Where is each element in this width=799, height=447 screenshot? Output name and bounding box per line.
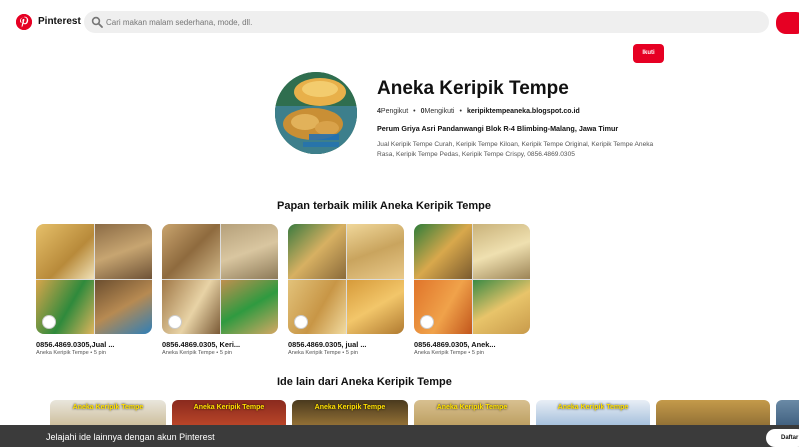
board-cover-image[interactable] <box>288 224 404 334</box>
profile-bio: Jual Keripik Tempe Curah, Keripik Tempe … <box>377 141 654 158</box>
board-card[interactable]: 0856.4869.0305, Keri... Aneka Keripik Te… <box>162 224 278 356</box>
board-owner-avatar <box>420 315 434 329</box>
idea-pin-label: Aneka Keripik Tempe <box>436 404 508 411</box>
board-cover-image[interactable] <box>414 224 530 334</box>
window-edge <box>0 0 8 447</box>
signup-banner: Jelajahi ide lainnya dengan akun Pintere… <box>0 425 799 447</box>
board-owner-avatar <box>294 315 308 329</box>
following-label[interactable]: Mengikuti <box>425 108 455 115</box>
idea-pin-label: Aneka Keripik Tempe <box>72 404 144 411</box>
avatar <box>275 72 357 154</box>
brand-name[interactable]: Pinterest <box>38 16 81 27</box>
separator-dot: • <box>459 108 462 115</box>
website-link[interactable]: keripiktempeaneka.blogspot.co.id <box>467 108 580 115</box>
idea-pin-label: Aneka Keripik Tempe <box>193 404 265 411</box>
idea-pin-label: Aneka Keripik Tempe <box>557 404 629 411</box>
profile-name: Aneka Keripik Tempe <box>377 78 569 99</box>
board-meta: Aneka Keripik Tempe • 5 pin <box>288 350 358 356</box>
board-owner-avatar <box>168 315 182 329</box>
signup-banner-text: Jelajahi ide lainnya dengan akun Pintere… <box>46 432 215 442</box>
board-owner-avatar <box>42 315 56 329</box>
login-button[interactable] <box>776 12 799 34</box>
board-meta: Aneka Keripik Tempe • 5 pin <box>414 350 484 356</box>
board-cover-image[interactable] <box>36 224 152 334</box>
search-input[interactable] <box>106 13 746 31</box>
board-title[interactable]: 0856.4869.0305, Anek... <box>414 340 530 349</box>
separator-dot: • <box>413 108 416 115</box>
board-title[interactable]: 0856.4869.0305, Keri... <box>162 340 278 349</box>
board-card[interactable]: 0856.4869.0305, jual ... Aneka Keripik T… <box>288 224 404 356</box>
top-nav: Pinterest <box>0 0 799 40</box>
boards-section-title: Papan terbaik milik Aneka Keripik Tempe <box>277 200 491 212</box>
search-bar[interactable] <box>84 11 769 33</box>
follow-button[interactable]: Ikuti <box>633 44 664 63</box>
board-cover-image[interactable] <box>162 224 278 334</box>
board-card[interactable]: 0856.4869.0305,Jual ... Aneka Keripik Te… <box>36 224 152 356</box>
followers-label[interactable]: Pengikut <box>381 108 408 115</box>
ideas-section-title: Ide lain dari Aneka Keripik Tempe <box>277 376 452 388</box>
board-meta: Aneka Keripik Tempe • 5 pin <box>162 350 232 356</box>
profile-stats: 4Pengikut • 0Mengikuti • keripiktempeaneka.b… <box>377 108 580 115</box>
board-meta: Aneka Keripik Tempe • 5 pin <box>36 350 106 356</box>
pinterest-logo-icon[interactable] <box>16 14 32 30</box>
board-title[interactable]: 0856.4869.0305, jual ... <box>288 340 404 349</box>
board-card[interactable]: 0856.4869.0305, Anek... Aneka Keripik Te… <box>414 224 530 356</box>
idea-pin-label: Aneka Keripik Tempe <box>314 404 386 411</box>
board-title[interactable]: 0856.4869.0305,Jual ... <box>36 340 152 349</box>
signup-button[interactable]: Daftar <box>766 429 799 447</box>
search-icon <box>91 16 103 28</box>
profile-address: Perum Griya Asri Pandanwangi Blok R-4 Bl… <box>377 124 619 133</box>
